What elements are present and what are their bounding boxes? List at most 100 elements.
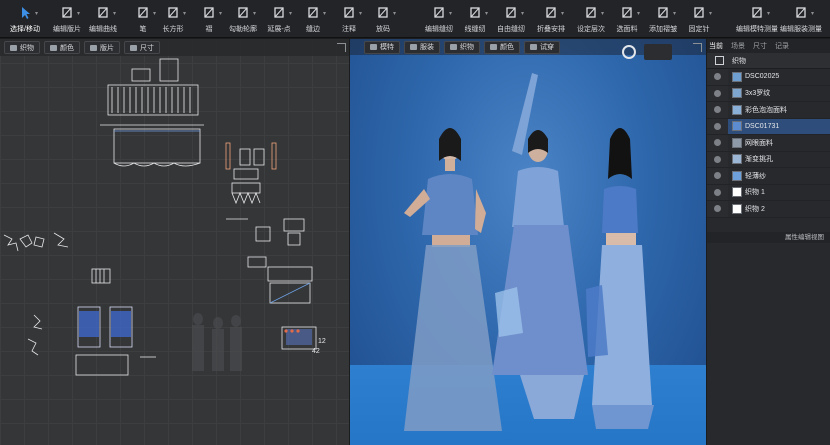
fabric-swatch [732, 203, 742, 214]
rail-cell [707, 184, 728, 200]
fabric-list-item[interactable]: 网眼面料 [707, 135, 830, 152]
fold-arrange-icon: ▾ [544, 6, 564, 19]
avatar-measure-icon: ▾ [750, 6, 770, 19]
tool-shortcut-icon[interactable] [714, 155, 721, 163]
pattern-2d-window[interactable]: 织物 颜色 版片 尺寸 12 42 [0, 39, 349, 445]
tool-grading[interactable]: ▾ 放码 [360, 3, 406, 36]
viewport-chip-label: 织物 [460, 44, 474, 51]
tool-shortcut-icon[interactable] [714, 122, 721, 130]
tool-shortcut-icon[interactable] [714, 139, 721, 147]
viewport-chip-avatar[interactable]: 模特 [364, 40, 400, 54]
tool-garment-measure[interactable]: ▾ 编辑服装测量 [778, 3, 824, 36]
expand-3d-icon[interactable] [693, 43, 702, 52]
viewport-chip-label: 模特 [380, 44, 394, 51]
fabric-list-item[interactable]: 渐变挑孔 [707, 151, 830, 168]
tab-3[interactable]: 记录 [775, 41, 789, 51]
pattern-piece [159, 58, 179, 82]
fabric-icon [450, 44, 457, 50]
object-browser-panel: 当前 场景 尺寸 记录 织物 DSC02025 3x3罗纹彩色泡泡面料 DSC01731 网… [707, 39, 830, 445]
3d-viewport[interactable]: 模特 服装 织物 颜色 试穿 [350, 39, 706, 445]
rail-cell [707, 118, 728, 134]
chevron-down-icon[interactable]: ▾ [709, 10, 712, 17]
fabric-list-item[interactable]: 织物 2 [707, 201, 830, 218]
avatar-scene[interactable] [350, 39, 706, 445]
measure-label-b: 42 [312, 348, 320, 355]
rail-cell [707, 168, 728, 184]
edit-sewing-icon: ▾ [432, 6, 452, 19]
viewport-chip-garment[interactable]: 服装 [404, 40, 440, 54]
tool-avatar-measure[interactable]: ▾ 编辑模特测量 [734, 3, 780, 36]
viewport-chip-label: 颜色 [500, 44, 514, 51]
fabric-list-item[interactable]: 3x3罗纹 [707, 85, 830, 102]
chevron-down-icon[interactable]: ▾ [35, 10, 38, 17]
tool-pin[interactable]: ▾ 固定针 [676, 3, 722, 36]
chevron-down-icon[interactable]: ▾ [521, 10, 524, 17]
chevron-down-icon[interactable]: ▾ [113, 10, 116, 17]
rail-cell [707, 201, 728, 217]
tab-0[interactable]: 当前 [709, 41, 723, 51]
avatar-center [492, 73, 588, 419]
tool-shortcut-icon[interactable] [714, 188, 721, 196]
arrow-cursor-icon: ▾ [18, 6, 38, 19]
fabric-list-item[interactable]: 织物 1 [707, 184, 830, 201]
fabric-swatch [732, 154, 742, 165]
pleat-icon: ▾ [202, 6, 222, 19]
chevron-down-icon[interactable]: ▾ [811, 10, 814, 17]
fabric-list-title: 织物 [732, 57, 746, 65]
fabric-swatch [732, 137, 742, 148]
fabric-name: 网眼面料 [745, 139, 773, 147]
fabric-name: 轻薄纱 [745, 172, 766, 180]
viewport-chip-label: 服装 [420, 44, 434, 51]
tool-shortcut-icon[interactable] [714, 89, 721, 97]
pattern-pieces-canvas[interactable] [0, 39, 349, 445]
object-browser-tabs: 当前 场景 尺寸 记录 [707, 39, 830, 53]
viewport-chip-label: 试穿 [540, 44, 554, 51]
tool-shortcut-icon[interactable] [714, 73, 721, 81]
render-toggle-button[interactable] [622, 45, 636, 59]
tab-1[interactable]: 场景 [731, 41, 745, 51]
fabric-list-item[interactable]: 轻薄纱 [707, 168, 830, 185]
avatar-right [586, 128, 654, 429]
tool-shortcut-icon[interactable] [714, 106, 721, 114]
fabric-swatch [732, 187, 742, 198]
property-editor-tab[interactable]: 属性编辑视图 [707, 232, 830, 243]
fabric-list-item[interactable]: DSC02025 [707, 69, 830, 86]
view-mode-dropdown[interactable] [644, 44, 672, 60]
viewport-chip-fitting[interactable]: 试穿 [524, 40, 560, 54]
fabric-name: DSC02025 [745, 73, 780, 81]
tool-label: 选择/移动 [10, 26, 40, 33]
garment-measure-icon: ▾ [794, 6, 814, 19]
tab-2[interactable]: 尺寸 [753, 41, 767, 51]
rail-cell [707, 69, 728, 85]
annotation-icon: ▾ [342, 6, 362, 19]
pattern-piece [113, 128, 201, 164]
chevron-down-icon[interactable]: ▾ [767, 10, 770, 17]
tool-shortcut-icon[interactable] [714, 205, 721, 213]
trace-outline-icon: ▾ [236, 6, 256, 19]
fabric-list-icon [715, 56, 724, 65]
fabric-swatch [732, 170, 742, 181]
fabric-swatch [732, 121, 742, 132]
fabric-name: 3x3罗纹 [745, 90, 771, 98]
fabric-swatch [732, 71, 742, 82]
tool-label: 放码 [376, 26, 390, 33]
tool-shortcut-icon[interactable] [714, 172, 721, 180]
tool-arrow-cursor[interactable]: ▾ 选择/移动 [2, 3, 48, 36]
viewport-chip-color[interactable]: 颜色 [484, 40, 520, 54]
garment-icon [410, 44, 417, 50]
fabric-list-item[interactable]: DSC01731 [707, 118, 830, 135]
rail-cell [707, 135, 728, 151]
main-toolbar: ▾ 选择/移动 ▾ 编辑版片 ▾ 编辑曲线 ▾ 笔 ▾ 长方形 ▾ 褶 ▾ 勾勒轮廓 ▾ 延展-点 ▾ 缝边 ▾ 注释… [0, 0, 830, 38]
fabric-list-header: 织物 [707, 53, 830, 69]
avatar-icon [370, 44, 377, 50]
chevron-down-icon[interactable]: ▾ [561, 10, 564, 17]
fabric-name: DSC01731 [745, 122, 780, 130]
viewport-chip-fabric[interactable]: 织物 [444, 40, 480, 54]
fabric-swatch [732, 88, 742, 99]
fabric-name: 织物 1 [745, 189, 765, 197]
seam-allowance-icon: ▾ [306, 6, 326, 19]
fabric-list-item[interactable]: 彩色泡泡面料 [707, 102, 830, 119]
chevron-down-icon[interactable]: ▾ [393, 10, 396, 17]
rectangle-icon: ▾ [166, 6, 186, 19]
extend-point-icon: ▾ [272, 6, 292, 19]
